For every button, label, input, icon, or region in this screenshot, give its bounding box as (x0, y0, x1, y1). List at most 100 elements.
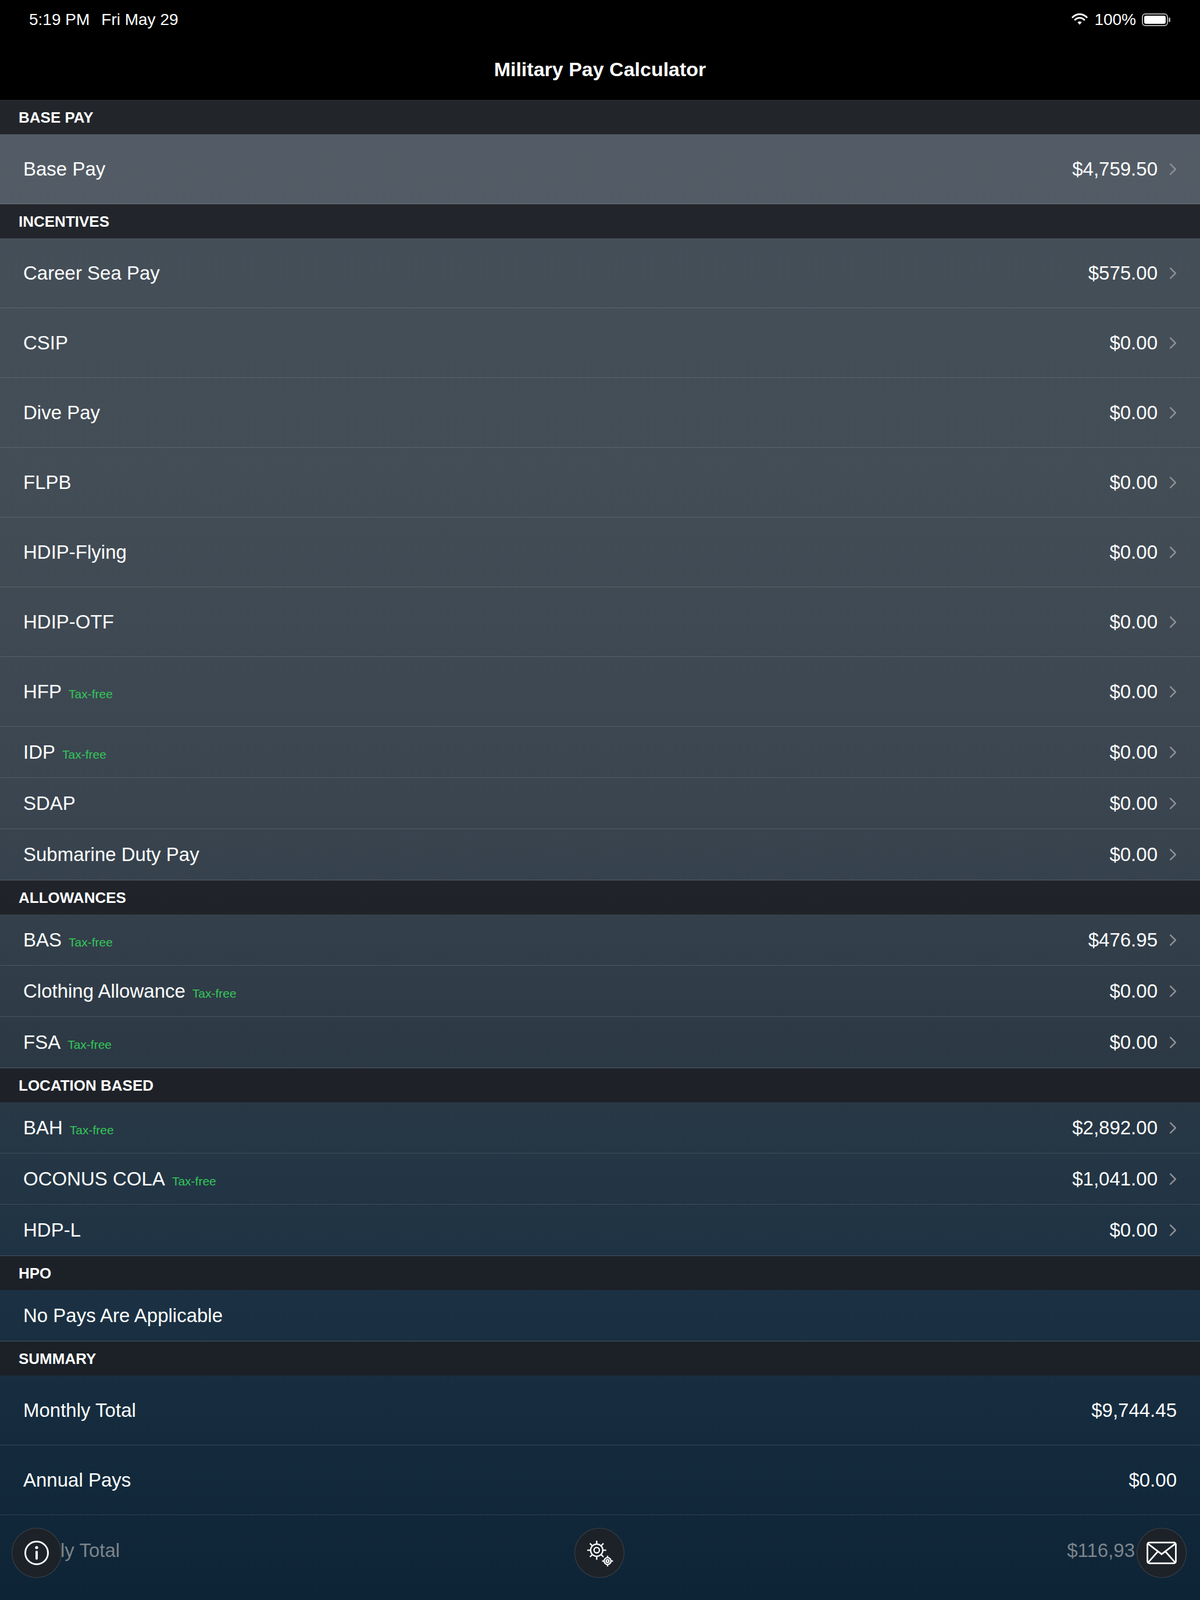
row-value: $0.00 (1109, 541, 1158, 564)
row-label: BAS (23, 929, 62, 952)
row-label: Annual Pays (23, 1469, 131, 1492)
row-value: $0.00 (1109, 471, 1158, 494)
row-label: ly Total (60, 1539, 120, 1562)
section-header: BASE PAY (0, 100, 1200, 135)
row-value: $0.00 (1109, 792, 1158, 815)
section-header: HPO (0, 1255, 1200, 1291)
chevron-icon (1169, 797, 1177, 810)
mail-icon (1145, 1541, 1178, 1565)
section-header: LOCATION BASED (0, 1068, 1200, 1103)
pay-row[interactable]: HFP Tax-free $0.00 (0, 656, 1200, 727)
settings-button[interactable] (574, 1527, 625, 1578)
chevron-icon (1169, 162, 1177, 176)
row-label: IDP (23, 741, 56, 764)
pay-row[interactable]: Clothing AllowanceTax-free$0.00 (0, 965, 1200, 1017)
chevron-icon (1169, 406, 1177, 420)
tax-free-badge: Tax-free (62, 747, 107, 762)
pay-row[interactable]: Career Sea Pay $575.00 (0, 238, 1200, 309)
pay-row[interactable]: FLPB$0.00 (0, 447, 1200, 518)
top-bar: 5:19 PM Fri May 29 100% Military Pay Calcul… (0, 0, 1200, 100)
section-header: SUMMARY (0, 1341, 1200, 1376)
pay-row[interactable]: Dive Pay $0.00 (0, 377, 1200, 448)
pay-row[interactable]: HDP-L $0.00 (0, 1204, 1200, 1256)
chevron-icon (1169, 1223, 1177, 1237)
row-value: $0.00 (1109, 980, 1158, 1003)
row-value: $0.00 (1128, 1469, 1177, 1492)
section: HPO No Pays Are Applicable (0, 1255, 1200, 1342)
status-time: 5:19 PM (29, 10, 90, 30)
status-date: Fri May 29 (101, 10, 178, 30)
section: BASE PAY Base Pay $4,759.50 (0, 100, 1200, 205)
row-value: $116,93 (1066, 1539, 1135, 1562)
chevron-icon (1169, 848, 1177, 862)
info-icon (23, 1539, 50, 1567)
pay-row[interactable]: BASTax-free$476.95 (0, 914, 1200, 966)
pay-list: BASE PAYBase Pay$4,759.50INCENTIVESCaree… (0, 100, 1200, 1600)
chevron-icon (1169, 545, 1177, 559)
battery-percent: 100% (1094, 10, 1137, 30)
chevron-icon (1169, 933, 1177, 947)
wifi-icon (1070, 13, 1089, 27)
chevron-icon (1169, 266, 1177, 280)
section: ALLOWANCESBASTax-free$476.95Clothing All… (0, 880, 1200, 1069)
chevron-icon (1169, 685, 1177, 699)
row-label: FSA (23, 1031, 61, 1054)
chevron-icon (1169, 1036, 1177, 1049)
section-header: ALLOWANCES (0, 880, 1200, 915)
pay-row[interactable]: HDIP-Flying$0.00 (0, 517, 1200, 588)
row-label: Dive Pay (23, 401, 100, 424)
section: LOCATION BASED BAH Tax-free $2,892.00 OCONUS… (0, 1068, 1200, 1256)
pay-row: Annual Pays $0.00 (0, 1445, 1200, 1516)
chevron-icon (1169, 984, 1177, 998)
nav-title: Military Pay Calculator (0, 58, 1200, 81)
pay-row: No Pays Are Applicable (0, 1290, 1200, 1342)
row-label: OCONUS COLA (23, 1168, 166, 1191)
tax-free-badge: Tax-free (69, 1123, 114, 1138)
row-label: Career Sea Pay (23, 262, 160, 285)
pay-row: Monthly Total $9,744.45 (0, 1375, 1200, 1446)
row-value: $0.00 (1109, 843, 1158, 866)
chevron-icon (1169, 336, 1177, 350)
row-label: HFP (23, 680, 62, 703)
row-value: $0.00 (1109, 401, 1158, 424)
pay-row[interactable]: IDP Tax-free $0.00 (0, 726, 1200, 778)
tax-free-badge: Tax-free (68, 687, 113, 702)
row-label: Monthly Total (23, 1399, 137, 1422)
info-button[interactable] (11, 1527, 62, 1578)
row-value: $4,759.50 (1072, 158, 1158, 181)
chevron-icon (1169, 476, 1177, 489)
row-label: HDIP-OTF (23, 611, 114, 634)
chevron-icon (1169, 745, 1177, 759)
pay-row[interactable]: HDIP-OTF $0.00 (0, 587, 1200, 657)
row-value: $0.00 (1109, 680, 1158, 703)
row-value: $0.00 (1109, 1031, 1158, 1054)
row-label: Submarine Duty Pay (23, 843, 200, 866)
app: 5:19 PM Fri May 29 100% Military Pay Calcul… (0, 0, 1200, 1600)
row-value: $0.00 (1109, 741, 1158, 764)
section-header: INCENTIVES (0, 204, 1200, 239)
status-bar: 5:19 PM Fri May 29 100% (0, 0, 1200, 32)
row-value: $2,892.00 (1072, 1116, 1158, 1139)
row-value: $1,041.00 (1072, 1168, 1158, 1191)
row-label: No Pays Are Applicable (23, 1304, 223, 1327)
pay-row[interactable]: Submarine Duty Pay $0.00 (0, 829, 1200, 881)
row-value: $9,744.45 (1091, 1399, 1177, 1422)
row-value: $0.00 (1109, 1219, 1158, 1242)
mail-button[interactable] (1136, 1527, 1187, 1578)
row-label: BAH (23, 1116, 63, 1139)
chevron-icon (1169, 1121, 1177, 1135)
pay-row[interactable]: OCONUS COLATax-free$1,041.00 (0, 1153, 1200, 1205)
row-value: $0.00 (1109, 331, 1158, 355)
row-value: $0.00 (1109, 611, 1158, 634)
chevron-icon (1169, 615, 1177, 629)
battery-icon (1141, 13, 1171, 27)
pay-row[interactable]: SDAP$0.00 (0, 777, 1200, 830)
row-label: Base Pay (23, 158, 106, 181)
pay-row[interactable]: FSA Tax-free $0.00 (0, 1016, 1200, 1069)
pay-row[interactable]: CSIP$0.00 (0, 308, 1200, 378)
pay-row[interactable]: BAH Tax-free $2,892.00 (0, 1102, 1200, 1154)
tax-free-badge: Tax-free (67, 1037, 112, 1052)
row-value: $575.00 (1088, 262, 1158, 285)
row-label: HDP-L (23, 1219, 81, 1242)
pay-row[interactable]: Base Pay $4,759.50 (0, 134, 1200, 205)
